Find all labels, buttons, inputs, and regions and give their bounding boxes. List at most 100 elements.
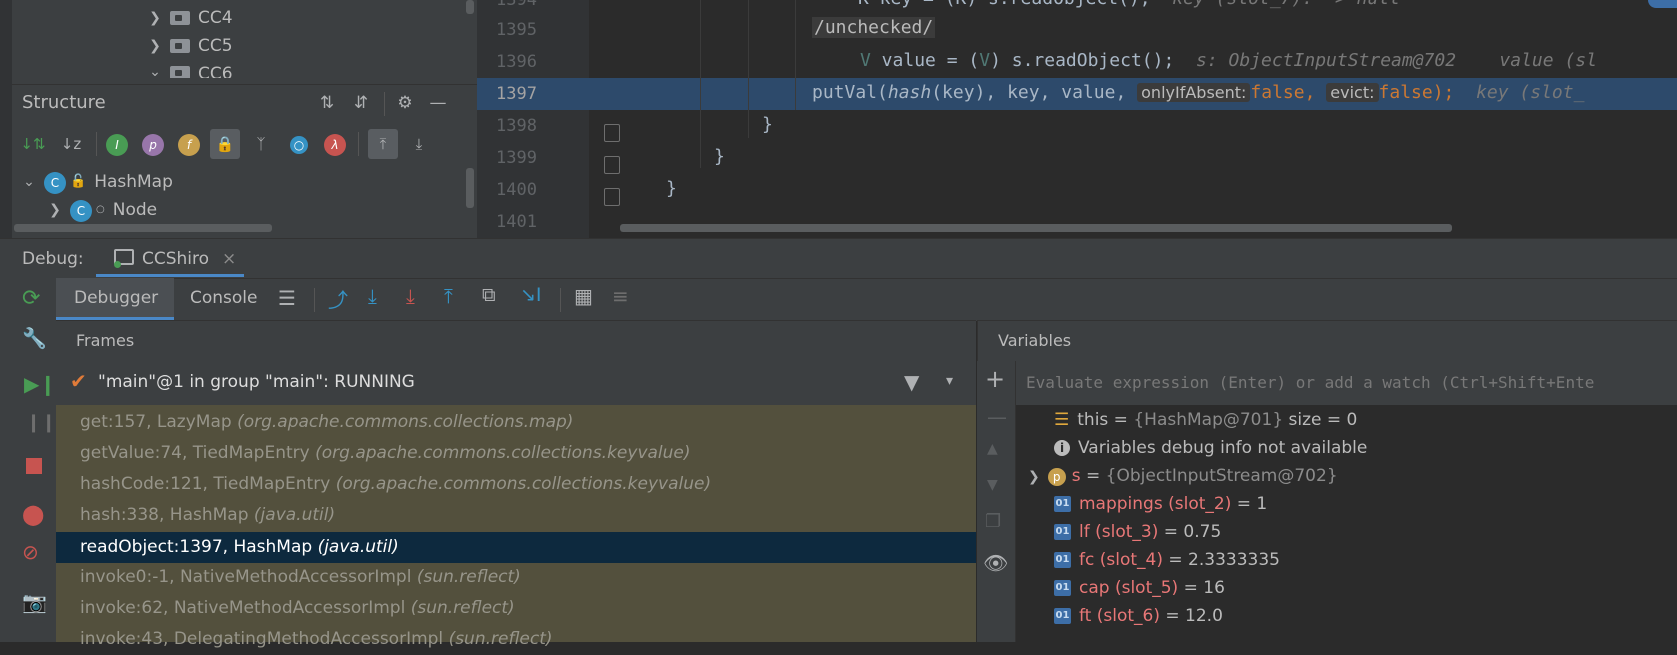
rerun-icon[interactable]: ⟳ — [22, 286, 40, 311]
frame-row[interactable]: get:157, LazyMap (org.apache.commons.col… — [80, 407, 573, 438]
expand-all-icon[interactable]: ⇅ — [316, 92, 338, 114]
variable-row[interactable]: 01 ft (slot_6) = 12.0 — [1054, 602, 1223, 630]
evaluate-expression-icon[interactable]: ▦ — [574, 284, 593, 308]
horizontal-scrollbar-thumb[interactable] — [620, 224, 1452, 232]
view-breakpoints-icon[interactable]: ⬤ — [22, 502, 44, 526]
chevron-down-icon[interactable]: ⌄ — [148, 62, 162, 78]
package-folder-icon — [170, 11, 190, 25]
variable-row[interactable]: ❯ p s = {ObjectInputStream@702} — [1028, 462, 1338, 490]
session-tab-label: CCShiro — [142, 249, 210, 269]
unlock-icon: 🔓 — [70, 174, 87, 189]
show-properties-icon[interactable]: p — [140, 131, 166, 157]
indent-guide — [795, 0, 796, 110]
variable-row[interactable]: 01 mappings (slot_2) = 1 — [1054, 490, 1267, 518]
code-line: } — [666, 178, 677, 199]
debug-label: Debug: — [22, 249, 84, 269]
filter-icon[interactable]: ▼ — [904, 370, 919, 394]
pause-icon[interactable]: ❙❙ — [26, 412, 56, 433]
variable-row[interactable]: 01 cap (slot_5) = 16 — [1054, 574, 1225, 602]
package-folder-icon — [170, 66, 190, 78]
step-over-icon[interactable]: ⤓ — [368, 284, 377, 308]
variable-row[interactable]: ☰ this = {HashMap@701} size = 0 — [1054, 406, 1357, 434]
line-number: 1398 — [496, 116, 537, 136]
indent-guide — [748, 0, 749, 138]
variables-list[interactable]: ☰ this = {HashMap@701} size = 0 i Variable… — [1016, 405, 1677, 642]
tab-label: Console — [190, 288, 258, 308]
chevron-right-icon[interactable]: ❯ — [48, 198, 62, 222]
inline-value-hint: s: ObjectInputStream@702 value (sl — [1195, 50, 1597, 71]
scrollbar-thumb[interactable] — [466, 168, 474, 208]
eye-icon[interactable]: 👁 — [983, 551, 1008, 575]
fold-marker-icon[interactable] — [604, 124, 620, 142]
chevron-down-icon[interactable]: ⌄ — [22, 170, 36, 194]
step-out-icon[interactable]: ⤒ — [444, 284, 453, 308]
gear-icon[interactable]: ⚙ — [394, 92, 416, 114]
frame-row[interactable]: hashCode:121, TiedMapEntry (org.apache.c… — [80, 469, 711, 500]
code-editor[interactable] — [477, 0, 1677, 238]
autoscroll-from-source-icon[interactable]: ⤓ — [406, 131, 432, 157]
scrollbar-thumb[interactable] — [466, 0, 474, 14]
copy-watch-icon[interactable]: ❐ — [985, 511, 1001, 532]
thread-selector[interactable]: ✔ "main"@1 in group "main": RUNNING ▼ ▾ — [56, 361, 976, 405]
move-up-icon[interactable]: ▲ — [987, 441, 998, 457]
frame-row[interactable]: invoke0:-1, NativeMethodAccessorImpl (su… — [80, 562, 521, 593]
frame-row[interactable]: getValue:74, TiedMapEntry (org.apache.co… — [80, 438, 691, 469]
chevron-right-icon[interactable]: ❯ — [1028, 469, 1040, 485]
variable-row[interactable]: 01 fc (slot_4) = 2.3333335 — [1054, 546, 1280, 574]
tab-console[interactable]: Console — [176, 278, 276, 320]
horizontal-scrollbar-thumb[interactable] — [14, 224, 272, 232]
resume-program-icon[interactable]: ▶❙ — [24, 372, 56, 396]
chevron-right-icon[interactable]: ❯ — [148, 34, 162, 58]
fold-marker-icon[interactable] — [604, 188, 620, 206]
chevron-right-icon[interactable]: ❯ — [148, 6, 162, 30]
trace-stream-icon[interactable]: ≡ — [612, 284, 629, 308]
frame-row[interactable]: invoke:62, NativeMethodAccessorImpl (sun… — [80, 593, 515, 624]
frame-row-selected[interactable]: readObject:1397, HashMap (java.util) — [56, 532, 976, 563]
anonymous-classes-icon[interactable]: ○ — [286, 131, 312, 157]
add-watch-icon[interactable]: + — [985, 365, 1005, 393]
frames-list[interactable]: get:157, LazyMap (org.apache.commons.col… — [56, 405, 976, 649]
primitive-icon: 01 — [1054, 524, 1071, 540]
evaluate-expression-input[interactable]: Evaluate expression (Enter) or add a wat… — [1016, 361, 1677, 406]
stop-icon[interactable] — [26, 458, 42, 474]
move-down-icon[interactable]: ▼ — [987, 477, 998, 493]
left-tool-stripe — [0, 0, 12, 238]
minimize-icon[interactable]: — — [427, 92, 449, 114]
step-into-icon[interactable]: ⤓ — [406, 284, 415, 308]
line-number: 1400 — [496, 180, 537, 200]
menu-lines-icon[interactable]: ☰ — [278, 286, 296, 310]
tree-item-cc4[interactable]: ❯ CC4 — [148, 6, 232, 30]
sort-by-visibility-icon[interactable]: ↓⇅ — [20, 131, 46, 157]
autoscroll-to-source-icon[interactable]: ⤒ — [368, 129, 398, 159]
primitive-icon: 01 — [1054, 608, 1071, 624]
tree-item-label: CC6 — [198, 64, 233, 78]
frame-row[interactable]: invoke:43, DelegatingMethodAccessorImpl … — [80, 624, 553, 655]
class-icon: C — [70, 200, 92, 222]
sort-alphabetically-icon[interactable]: ↓z — [58, 131, 84, 157]
show-non-public-icon[interactable]: 🔒 — [210, 129, 240, 159]
wrench-icon[interactable]: 🔧 — [22, 326, 47, 350]
camera-icon[interactable]: 📷 — [22, 590, 47, 614]
run-to-cursor-icon[interactable]: ↘I — [520, 284, 542, 306]
debug-session-tab[interactable]: CCShiro × — [96, 239, 244, 277]
lambda-icon[interactable]: λ — [322, 131, 348, 157]
remove-watch-icon[interactable]: — — [987, 405, 1007, 429]
mute-breakpoints-icon[interactable]: ⊘ — [22, 540, 39, 564]
drop-frame-icon[interactable]: ⧉ — [482, 284, 496, 306]
structure-root-item[interactable]: ⌄ C 🔓 HashMap — [22, 170, 173, 194]
tree-item-cc6[interactable]: ⌄ CC6 — [148, 62, 233, 78]
fold-marker-icon[interactable] — [604, 156, 620, 174]
tree-item-cc5[interactable]: ❯ CC5 — [148, 34, 232, 58]
frame-row[interactable]: hash:338, HashMap (java.util) — [80, 500, 335, 531]
show-lambdas-branch-icon[interactable]: ᛉ — [248, 131, 274, 157]
variable-row[interactable]: 01 lf (slot_3) = 0.75 — [1054, 518, 1221, 546]
collapse-all-icon[interactable]: ⇵ — [350, 92, 372, 114]
tab-debugger[interactable]: Debugger — [56, 278, 174, 320]
close-icon[interactable]: × — [222, 249, 236, 269]
structure-child-item[interactable]: ❯ C ○ Node — [48, 198, 157, 222]
show-inherited-icon[interactable]: I — [104, 131, 130, 157]
chevron-down-icon[interactable]: ▾ — [946, 373, 953, 389]
show-fields-icon[interactable]: f — [176, 131, 202, 157]
evaluate-placeholder: Evaluate expression (Enter) or add a wat… — [1026, 373, 1595, 392]
show-execution-point-icon[interactable]: ⤴ — [328, 284, 348, 313]
